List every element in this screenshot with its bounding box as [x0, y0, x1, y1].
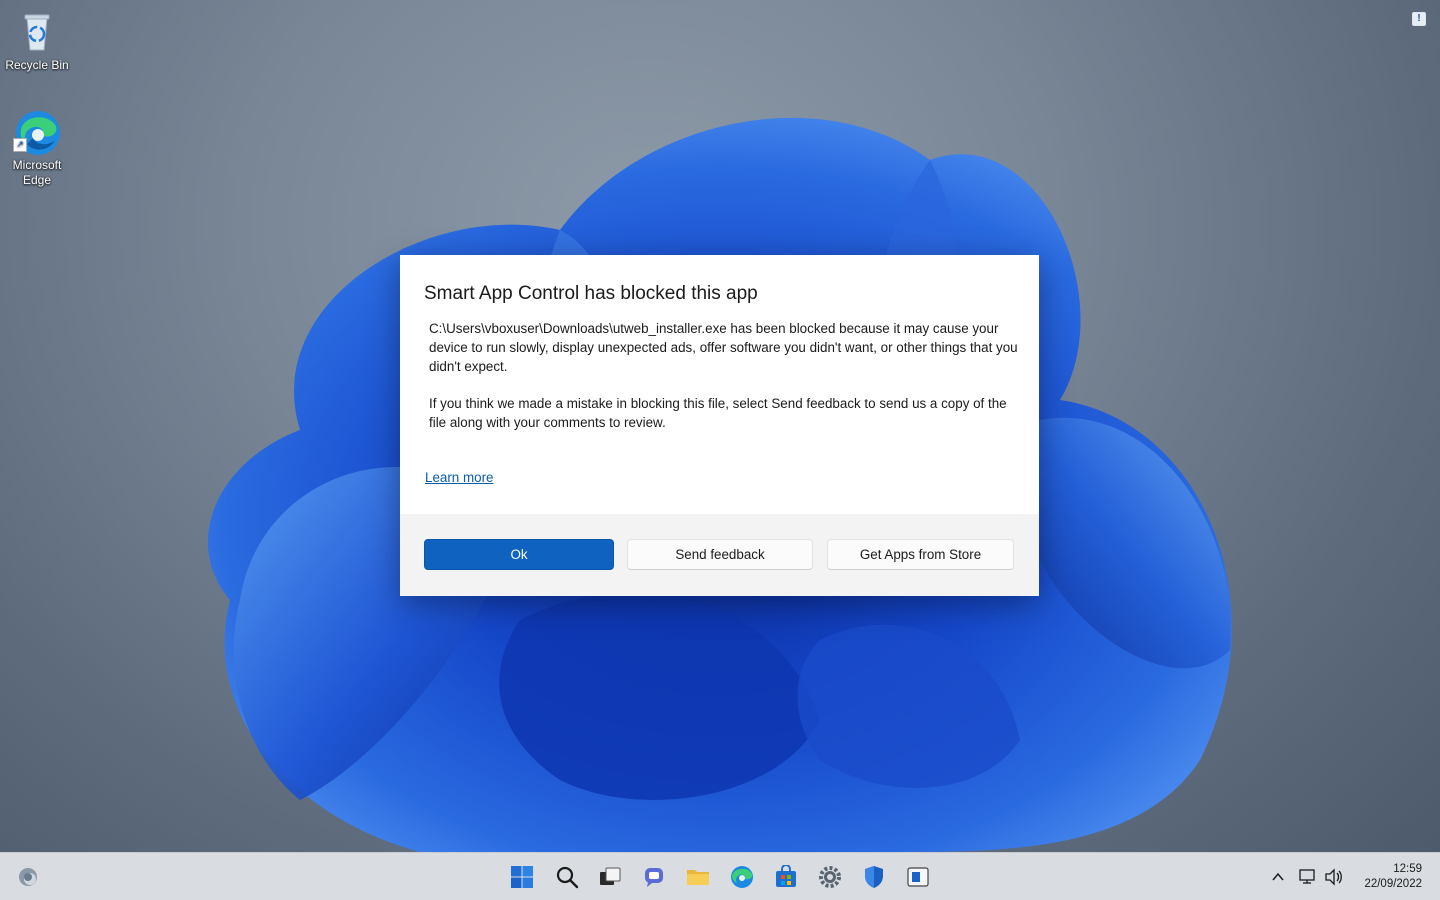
search-icon[interactable]: [551, 861, 583, 893]
clock-date: 22/09/2022: [1364, 878, 1422, 890]
send-feedback-button[interactable]: Send feedback: [627, 539, 813, 570]
taskbar-clock[interactable]: 12:59 22/09/2022: [1364, 862, 1422, 892]
widgets-icon[interactable]: [12, 861, 44, 893]
shortcut-arrow-icon: ↗: [13, 138, 27, 152]
settings-icon[interactable]: [814, 861, 846, 893]
dialog-footer: Ok Send feedback Get Apps from Store: [400, 514, 1039, 596]
desktop-icon-label: Recycle Bin: [5, 58, 69, 72]
dialog-message-feedback: If you think we made a mistake in blocki…: [429, 396, 1007, 430]
chat-icon[interactable]: [638, 861, 670, 893]
security-icon[interactable]: [858, 861, 890, 893]
store-icon[interactable]: [770, 861, 802, 893]
get-apps-from-store-button[interactable]: Get Apps from Store: [827, 539, 1014, 570]
file-explorer-icon[interactable]: [682, 861, 714, 893]
edge-icon: ↗: [13, 108, 61, 156]
volume-icon[interactable]: [1321, 861, 1347, 893]
smart-app-control-dialog: Smart App Control has blocked this app C…: [400, 255, 1039, 596]
clock-time: 12:59: [1393, 863, 1422, 875]
desktop-icon-edge[interactable]: ↗ Microsoft Edge: [1, 108, 73, 188]
dialog-body: C:\Users\vboxuser\Downloads\utweb_instal…: [429, 319, 1019, 450]
show-hidden-icons-chevron-icon[interactable]: [1266, 861, 1290, 893]
ok-button[interactable]: Ok: [424, 539, 614, 570]
recycle-bin-icon: [13, 8, 61, 56]
dialog-title: Smart App Control has blocked this app: [424, 283, 758, 304]
task-view-icon[interactable]: [594, 861, 626, 893]
start-icon[interactable]: [506, 861, 538, 893]
notification-icon[interactable]: !: [1412, 12, 1426, 26]
network-icon[interactable]: [1295, 861, 1321, 893]
edge-icon[interactable]: [726, 861, 758, 893]
desktop-icon-label: Microsoft Edge: [12, 158, 62, 187]
app-icon[interactable]: [902, 861, 934, 893]
taskbar: 12:59 22/09/2022: [0, 852, 1440, 900]
dialog-message-blocked: C:\Users\vboxuser\Downloads\utweb_instal…: [429, 321, 1018, 374]
desktop-icon-recycle-bin[interactable]: Recycle Bin: [1, 8, 73, 73]
learn-more-link[interactable]: Learn more: [425, 470, 493, 485]
